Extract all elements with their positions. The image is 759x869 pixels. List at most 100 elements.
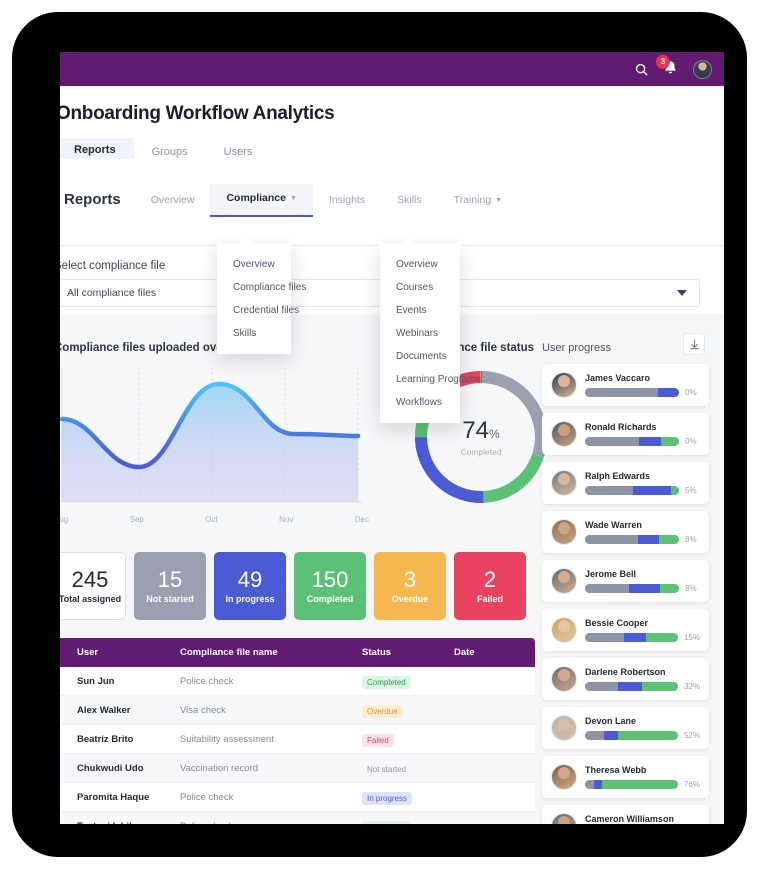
table-row[interactable]: Chukwudi Udo Vaccination record Not starte… (60, 754, 535, 783)
stat-label: In progress (225, 594, 275, 605)
subnav-item-insights[interactable]: Insights (313, 186, 381, 217)
user-progress-card[interactable]: James Vaccaro 0% (542, 364, 709, 406)
user-progress-name: Devon Lane (585, 716, 637, 726)
progress-percent: 52% (683, 731, 700, 740)
stat-cards: 245 Total assigned 15 Not started 49 In … (60, 552, 526, 620)
area-chart (60, 368, 362, 503)
subnav-item-training[interactable]: Training ▼ (438, 186, 518, 217)
table-body: Sun Jun Police check Completed Alex Walker V… (60, 667, 535, 824)
download-icon (689, 339, 699, 349)
cell-user: Beatriz Brito (77, 733, 134, 745)
stat-card-completed[interactable]: 150 Completed (294, 552, 366, 620)
user-progress-card[interactable]: Ronald Richards 0% (542, 413, 709, 455)
menu-item-courses[interactable]: Courses (380, 276, 460, 299)
cell-status: Not started (362, 759, 454, 777)
user-progress-card[interactable]: Theresa Webb 76% (542, 756, 709, 798)
cell-file: Vaccination record (180, 762, 258, 774)
table-row[interactable]: Alex Walker Visa check Overdue (60, 696, 535, 725)
menu-item-compliance-files[interactable]: Compliance files (217, 276, 306, 299)
menu-item-credential-files[interactable]: Credential files (217, 299, 299, 322)
menu-item-skills[interactable]: Skills (217, 322, 291, 345)
progress-bar (585, 633, 678, 642)
app-top-bar: 3 (60, 52, 724, 86)
user-progress-card[interactable]: Ralph Edwards 5% (542, 462, 709, 504)
notifications-button[interactable]: 3 (656, 55, 680, 78)
cell-status: Failed (362, 730, 454, 748)
cell-user: Chukwudi Udo (77, 762, 144, 774)
progress-bar (585, 780, 678, 789)
menu-item-workflows[interactable]: Workflows (380, 391, 460, 414)
page-header: Onboarding Workflow Analytics Reports Gr… (60, 86, 724, 166)
progress-percent: 15% (683, 633, 700, 642)
avatar (551, 372, 577, 398)
menu-item-events[interactable]: Events (380, 299, 460, 322)
user-progress-card[interactable]: Darlene Robertson 32% (542, 658, 709, 700)
compliance-dropdown-menu: Overview Compliance files Credential files… (217, 236, 306, 354)
download-button[interactable] (683, 333, 705, 355)
user-progress-card[interactable]: Devon Lane 52% (542, 707, 709, 749)
table-row[interactable]: Tsutsui IchihaPolice checkCompleted (60, 812, 535, 824)
status-badge: Completed (362, 821, 411, 824)
xtick-3: Nov (279, 515, 294, 524)
status-badge: In progress (362, 792, 413, 805)
table-row[interactable]: Beatriz Brito Suitability assessment Faile… (60, 725, 535, 754)
area-chart-xaxis: Aug Sep Oct Nov Dec (60, 515, 369, 524)
progress-percent: 5% (685, 486, 697, 495)
menu-item-learning-programs[interactable]: Learning Programs (380, 368, 481, 391)
menu-item-overview[interactable]: Overview (217, 253, 291, 276)
stat-card-in-progress[interactable]: 49 In progress (214, 552, 286, 620)
subnav-item-overview[interactable]: Overview (135, 186, 211, 217)
stat-card-not-started[interactable]: 15 Not started (134, 552, 206, 620)
cell-file: Police check (180, 821, 362, 825)
table-row[interactable]: Paromita Haque Police check In progress (60, 783, 535, 812)
cell-file: Suitability assessment (180, 733, 274, 745)
user-progress-list: James Vaccaro 0% Ronald Richards 0% Ralph Ed… (542, 364, 709, 824)
compliance-file-select-value: All compliance files (67, 287, 157, 299)
stat-value: 15 (157, 566, 183, 592)
status-badge: Overdue (362, 705, 403, 718)
subnav-item-skills[interactable]: Skills (381, 186, 438, 217)
device-frame: 3 Onboarding Workflow Analytics Reports … (12, 12, 747, 857)
user-progress-name: Jerome Bell (585, 569, 637, 579)
user-progress-name: Theresa Webb (585, 765, 647, 775)
page-title: Onboarding Workflow Analytics (60, 103, 335, 124)
user-progress-name: Ralph Edwards (585, 471, 651, 481)
stat-label: Overdue (391, 594, 429, 605)
avatar (551, 715, 577, 741)
table-row[interactable]: Sun Jun Police check Completed (60, 667, 535, 696)
progress-bar (585, 388, 679, 397)
user-progress-card[interactable]: Wade Warren 8% (542, 511, 709, 553)
menu-item-documents[interactable]: Documents (380, 345, 460, 368)
cell-file: Police check (180, 675, 234, 687)
stat-card-failed[interactable]: 2 Failed (454, 552, 526, 620)
avatar (551, 421, 577, 447)
user-progress-card[interactable]: Cameron Williamson85% (542, 805, 709, 824)
table-header-row: User Compliance file name Status Date (60, 638, 535, 667)
secondary-nav: Reports Overview Compliance ▼ Insights Sk… (60, 159, 724, 246)
menu-item-overview[interactable]: Overview (380, 253, 460, 276)
cell-user: Paromita Haque (77, 791, 150, 803)
user-progress-name: Wade Warren (585, 520, 642, 530)
cell-status: Completed (362, 672, 454, 690)
search-icon[interactable] (634, 62, 649, 77)
progress-bar (585, 682, 678, 691)
charts-section: Compliance files uploaded over time ug S… (60, 314, 547, 536)
stat-card-overdue[interactable]: 3 Overdue (374, 552, 446, 620)
avatar[interactable] (693, 59, 712, 79)
status-badge: Failed (362, 734, 394, 747)
stat-value: 49 (237, 566, 263, 592)
donut-value: 74% (462, 417, 500, 444)
stat-label: Failed (476, 594, 503, 605)
xtick-1: Sep (129, 515, 144, 524)
column-header-file: Compliance file name (180, 647, 278, 658)
xtick-4: Dec (354, 515, 369, 524)
menu-item-webinars[interactable]: Webinars (380, 322, 460, 345)
progress-bar (585, 437, 679, 446)
progress-percent: 0% (685, 388, 697, 397)
user-progress-card[interactable]: Bessie Cooper 15% (542, 609, 709, 651)
cell-status: In progress (362, 788, 454, 806)
avatar (551, 666, 577, 692)
user-progress-card[interactable]: Jerome Bell 8% (542, 560, 709, 602)
subnav-item-compliance[interactable]: Compliance ▼ (210, 184, 313, 217)
stat-card-total-assigned[interactable]: 245 Total assigned (60, 552, 126, 620)
